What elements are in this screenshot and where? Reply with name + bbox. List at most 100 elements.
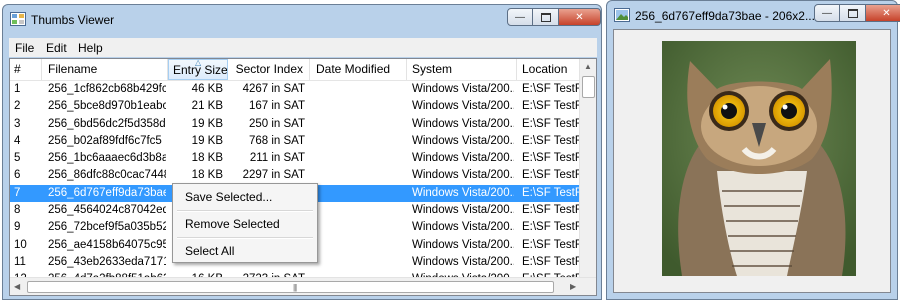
- cell-sector-index: 4267 in SAT: [242, 83, 305, 95]
- cell-entry-size: 19 KB: [191, 134, 223, 147]
- table-row[interactable]: 1 256_1cf862cb68b429fc 46 KB 4267 in SAT Win…: [10, 81, 585, 98]
- cell-system: Windows Vista/200...: [412, 134, 514, 147]
- column-header-location[interactable]: Location: [517, 59, 585, 80]
- vertical-scrollbar[interactable]: ▲: [579, 59, 596, 278]
- viewer-caption-buttons: — ✕: [814, 4, 900, 22]
- cell-number: 9: [14, 221, 21, 234]
- minimize-icon: —: [822, 7, 832, 19]
- cell-sector-index: 211 in SAT: [249, 152, 305, 165]
- scroll-grip-icon: |||: [293, 283, 297, 292]
- cell-filename: 256_72bcef9f5a035b52: [48, 221, 166, 234]
- minimize-icon: —: [515, 11, 525, 23]
- close-icon: ✕: [882, 7, 891, 19]
- cell-filename: 256_6bd56dc2f5d358d7: [48, 117, 166, 130]
- menu-bar: File Edit Help: [9, 38, 597, 57]
- horizontal-scroll-thumb[interactable]: |||: [27, 281, 554, 293]
- viewer-minimize-button[interactable]: —: [814, 4, 840, 22]
- cell-filename: 256_1cf862cb68b429fc: [48, 83, 166, 95]
- cell-sector-index: 250 in SAT: [248, 117, 305, 130]
- app-icon: [10, 12, 26, 26]
- column-header-entry-size[interactable]: △ Entry Size: [168, 59, 228, 80]
- cell-filename: 256_b02af89fdf6c7fc5: [48, 134, 162, 147]
- table-row[interactable]: 5 256_1bc6aaaec6d3b8a6 18 KB 211 in SAT Wind…: [10, 150, 585, 167]
- cell-location: E:\SF TestFile: [522, 169, 585, 182]
- cell-number: 1: [14, 83, 21, 95]
- cell-filename: 256_ae4158b64075c951: [48, 238, 166, 251]
- cell-system: Windows Vista/200...: [412, 117, 514, 130]
- main-title-bar[interactable]: Thumbs Viewer — ✕: [3, 5, 601, 35]
- maximize-button[interactable]: [533, 8, 559, 26]
- cell-location: E:\SF TestFile: [522, 152, 585, 165]
- menu-edit[interactable]: Edit: [46, 41, 67, 55]
- cell-location: E:\SF TestFile: [522, 134, 585, 147]
- cell-entry-size: 18 KB: [191, 152, 223, 165]
- cell-location: E:\SF TestFile: [522, 117, 585, 130]
- cell-entry-size: 18 KB: [191, 169, 223, 182]
- menu-file[interactable]: File: [15, 41, 34, 55]
- select-all-item[interactable]: Select All: [185, 244, 234, 258]
- cell-system: Windows Vista/200...: [412, 152, 514, 165]
- cell-location: E:\SF TestFile: [522, 204, 585, 217]
- remove-selected-item[interactable]: Remove Selected: [185, 217, 280, 231]
- vertical-scroll-thumb[interactable]: [582, 76, 595, 98]
- context-menu-separator: [177, 237, 313, 239]
- cell-system: Windows Vista/200...: [412, 238, 514, 251]
- column-header-filename[interactable]: Filename: [42, 59, 168, 80]
- cell-system: Windows Vista/200...: [412, 83, 514, 95]
- cell-number: 8: [14, 204, 21, 217]
- cell-sector-index: 768 in SAT: [248, 134, 305, 147]
- cell-system: Windows Vista/200...: [412, 186, 514, 199]
- cell-number: 6: [14, 169, 21, 182]
- owl-thumbnail-image: [662, 41, 856, 276]
- cell-number: 3: [14, 117, 21, 130]
- cell-system: Windows Vista/200...: [412, 221, 514, 234]
- menu-help[interactable]: Help: [78, 41, 103, 55]
- maximize-icon: [847, 8, 858, 18]
- scroll-right-icon[interactable]: ▶: [570, 282, 576, 291]
- horizontal-scrollbar[interactable]: ◀ ||| ▶: [10, 277, 596, 295]
- cell-number: 11: [14, 255, 26, 268]
- viewer-close-button[interactable]: ✕: [866, 4, 900, 22]
- cell-system: Windows Vista/200...: [412, 255, 514, 268]
- table-row[interactable]: 2 256_5bce8d970b1eabce 21 KB 167 in SAT Wind…: [10, 98, 585, 115]
- viewer-title-bar[interactable]: 256_6d767eff9da73bae - 206x2... — ✕: [607, 1, 900, 31]
- window-title: Thumbs Viewer: [31, 13, 115, 27]
- close-button[interactable]: ✕: [559, 8, 601, 26]
- scroll-left-icon[interactable]: ◀: [14, 282, 20, 291]
- column-header-date-modified[interactable]: Date Modified: [310, 59, 407, 80]
- cell-sector-index: 167 in SAT: [248, 100, 305, 113]
- table-row[interactable]: 4 256_b02af89fdf6c7fc5 19 KB 768 in SAT Wind…: [10, 133, 585, 150]
- close-icon: ✕: [575, 11, 584, 23]
- cell-system: Windows Vista/200...: [412, 204, 514, 217]
- scroll-up-icon[interactable]: ▲: [584, 62, 592, 71]
- cell-filename: 256_4564024c87042edf: [48, 204, 166, 217]
- caption-buttons: — ✕: [507, 8, 601, 26]
- cell-location: E:\SF TestFile: [522, 221, 585, 234]
- cell-entry-size: 46 KB: [191, 83, 223, 95]
- viewer-canvas: [613, 29, 891, 293]
- context-menu-separator: [177, 210, 313, 212]
- minimize-button[interactable]: —: [507, 8, 533, 26]
- cell-filename: 256_1bc6aaaec6d3b8a6: [48, 152, 166, 165]
- column-header-sector-index[interactable]: Sector Index: [228, 59, 310, 80]
- cell-system: Windows Vista/200...: [412, 169, 514, 182]
- cell-location: E:\SF TestFile: [522, 255, 585, 268]
- viewer-title: 256_6d767eff9da73bae - 206x2...: [635, 9, 815, 23]
- cell-filename: 256_6d767eff9da73bae: [48, 186, 166, 199]
- column-header-system[interactable]: System: [407, 59, 517, 80]
- cell-entry-size: 21 KB: [191, 100, 223, 113]
- viewer-maximize-button[interactable]: [840, 4, 866, 22]
- cell-sector-index: 2297 in SAT: [242, 169, 305, 182]
- cell-location: E:\SF TestFile: [522, 100, 585, 113]
- column-header-number[interactable]: #: [10, 59, 42, 80]
- cell-number: 10: [14, 238, 27, 251]
- context-menu: Save Selected... Remove Selected Select …: [172, 183, 318, 263]
- cell-location: E:\SF TestFile: [522, 186, 585, 199]
- cell-entry-size: 19 KB: [191, 117, 223, 130]
- image-icon: [614, 8, 630, 22]
- cell-number: 7: [14, 186, 21, 199]
- save-selected-item[interactable]: Save Selected...: [185, 190, 272, 204]
- cell-number: 5: [14, 152, 21, 165]
- table-row[interactable]: 3 256_6bd56dc2f5d358d7 19 KB 250 in SAT Wind…: [10, 116, 585, 133]
- list-header: # Filename △ Entry Size Sector Index Dat…: [10, 59, 585, 81]
